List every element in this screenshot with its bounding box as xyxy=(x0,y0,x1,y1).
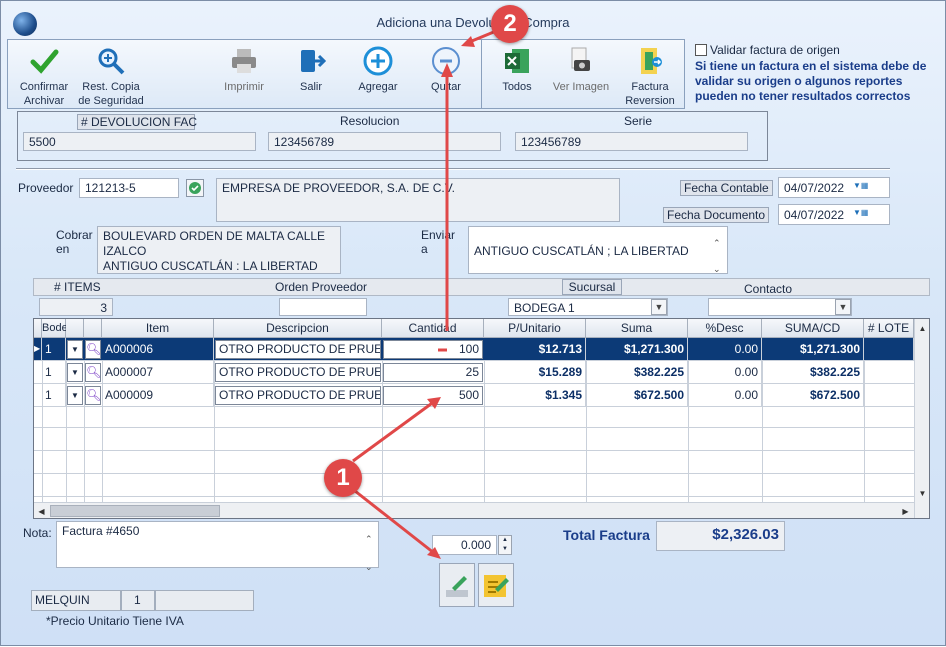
main-window: Adiciona una Devolución Compra Confirmar… xyxy=(0,0,946,646)
annotation-badge-1: 1 xyxy=(324,459,362,497)
annotation-badge-2: 2 xyxy=(491,5,529,43)
arrow-to-row3 xyxy=(352,399,436,463)
arrow-head-quitar xyxy=(441,63,453,77)
annotation-arrows xyxy=(352,27,502,559)
arrow-to-edit xyxy=(354,489,435,555)
arrow-head-badge2 xyxy=(461,36,475,47)
arrow-head-row3 xyxy=(427,397,441,409)
